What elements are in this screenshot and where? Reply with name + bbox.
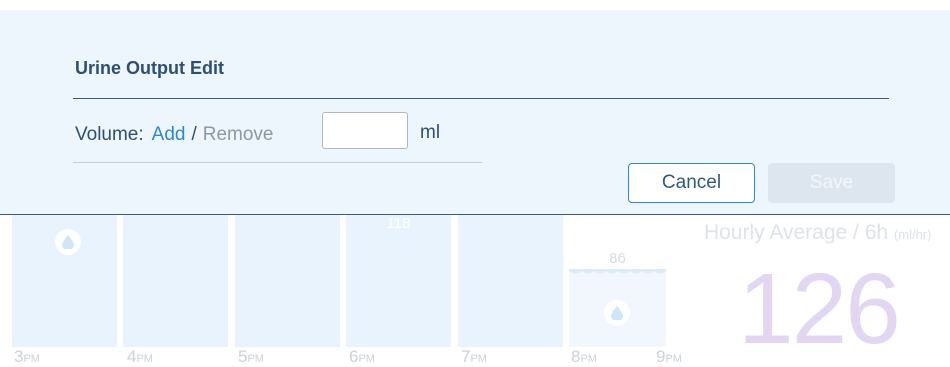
cancel-button[interactable]: Cancel <box>628 163 755 203</box>
volume-unit: ml <box>420 122 441 143</box>
hourly-average-value: 126 <box>738 253 901 365</box>
save-button[interactable]: Save <box>768 163 895 203</box>
volume-row: Volume: Add / Remove <box>75 120 274 150</box>
bar-value-6pm: 118 <box>386 215 411 232</box>
add-toggle[interactable]: Add <box>152 124 186 146</box>
title-divider <box>73 98 889 99</box>
water-level-wave <box>569 269 666 274</box>
hour-label-3pm: 3PM <box>14 347 40 366</box>
hour-label-9pm: 9PM <box>656 347 682 366</box>
remove-toggle[interactable]: Remove <box>203 124 274 146</box>
volume-label: Volume: <box>75 124 144 145</box>
bar-value-8pm: 86 <box>609 250 626 267</box>
volume-input[interactable] <box>322 112 408 149</box>
hour-label-5pm: 5PM <box>238 347 264 366</box>
hour-label-8pm: 8PM <box>571 347 597 366</box>
toggle-separator: / <box>191 124 197 145</box>
dialog-bottom-border <box>0 214 950 215</box>
volume-row-divider <box>73 162 482 163</box>
hour-label-4pm: 4PM <box>127 347 153 366</box>
hour-bar-4pm[interactable] <box>123 214 228 347</box>
water-drop-icon[interactable] <box>604 300 630 326</box>
urine-output-edit-dialog: Urine Output Edit Volume: Add / Remove m… <box>0 10 950 214</box>
hour-bar-6pm[interactable] <box>346 214 451 347</box>
hour-bar-7pm[interactable] <box>458 214 563 347</box>
hour-bar-5pm[interactable] <box>235 214 340 347</box>
hour-label-6pm: 6PM <box>349 347 375 366</box>
water-drop-icon[interactable] <box>55 229 81 255</box>
dialog-title: Urine Output Edit <box>75 58 224 78</box>
hourly-average-title: Hourly Average / 6h (ml/hr) <box>704 221 932 244</box>
hour-label-7pm: 7PM <box>461 347 487 366</box>
